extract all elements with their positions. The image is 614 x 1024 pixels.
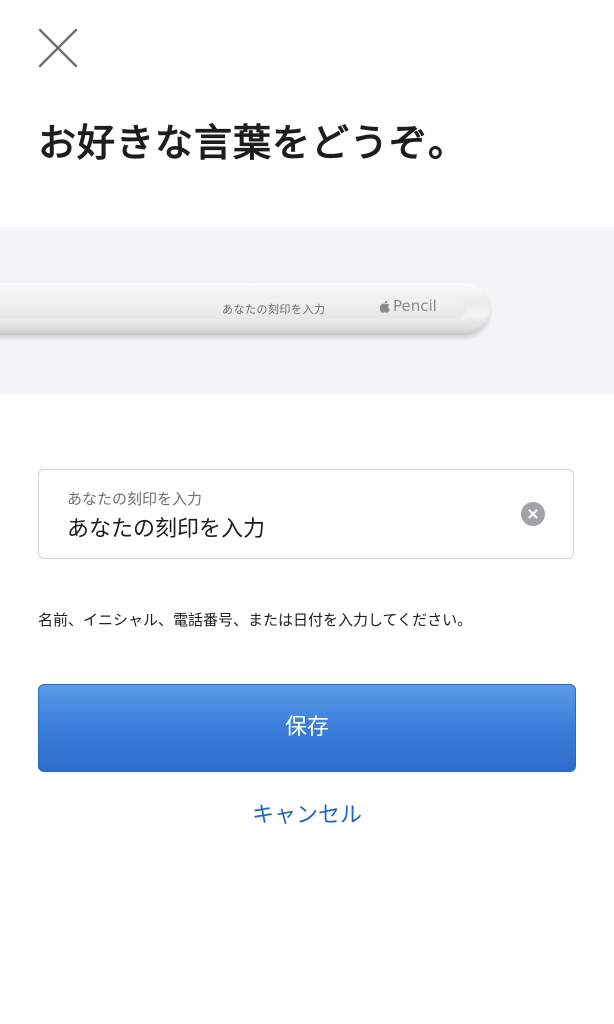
pencil-image: あなたの刻印を入力 Pencil [0, 283, 490, 335]
pencil-preview: あなたの刻印を入力 Pencil [0, 227, 614, 395]
pencil-engraving-preview: あなたの刻印を入力 [222, 303, 326, 316]
save-button[interactable]: 保存 [38, 684, 576, 772]
pencil-brand-label: Pencil [393, 297, 437, 315]
pencil-brand: Pencil [380, 297, 437, 315]
apple-logo-icon [380, 300, 390, 313]
clear-icon [528, 509, 538, 519]
page-title: お好きな言葉をどうぞ。 [38, 121, 468, 165]
close-icon [38, 28, 78, 68]
engraving-field: あなたの刻印を入力 [38, 469, 574, 559]
close-button[interactable] [36, 26, 80, 70]
helper-text: 名前、イニシャル、電話番号、または日付を入力してください。 [38, 611, 473, 629]
engraving-field-label: あなたの刻印を入力 [67, 490, 203, 508]
cancel-button[interactable]: キャンセル [0, 797, 614, 829]
engraving-input[interactable] [67, 514, 497, 540]
clear-button[interactable] [521, 502, 545, 526]
